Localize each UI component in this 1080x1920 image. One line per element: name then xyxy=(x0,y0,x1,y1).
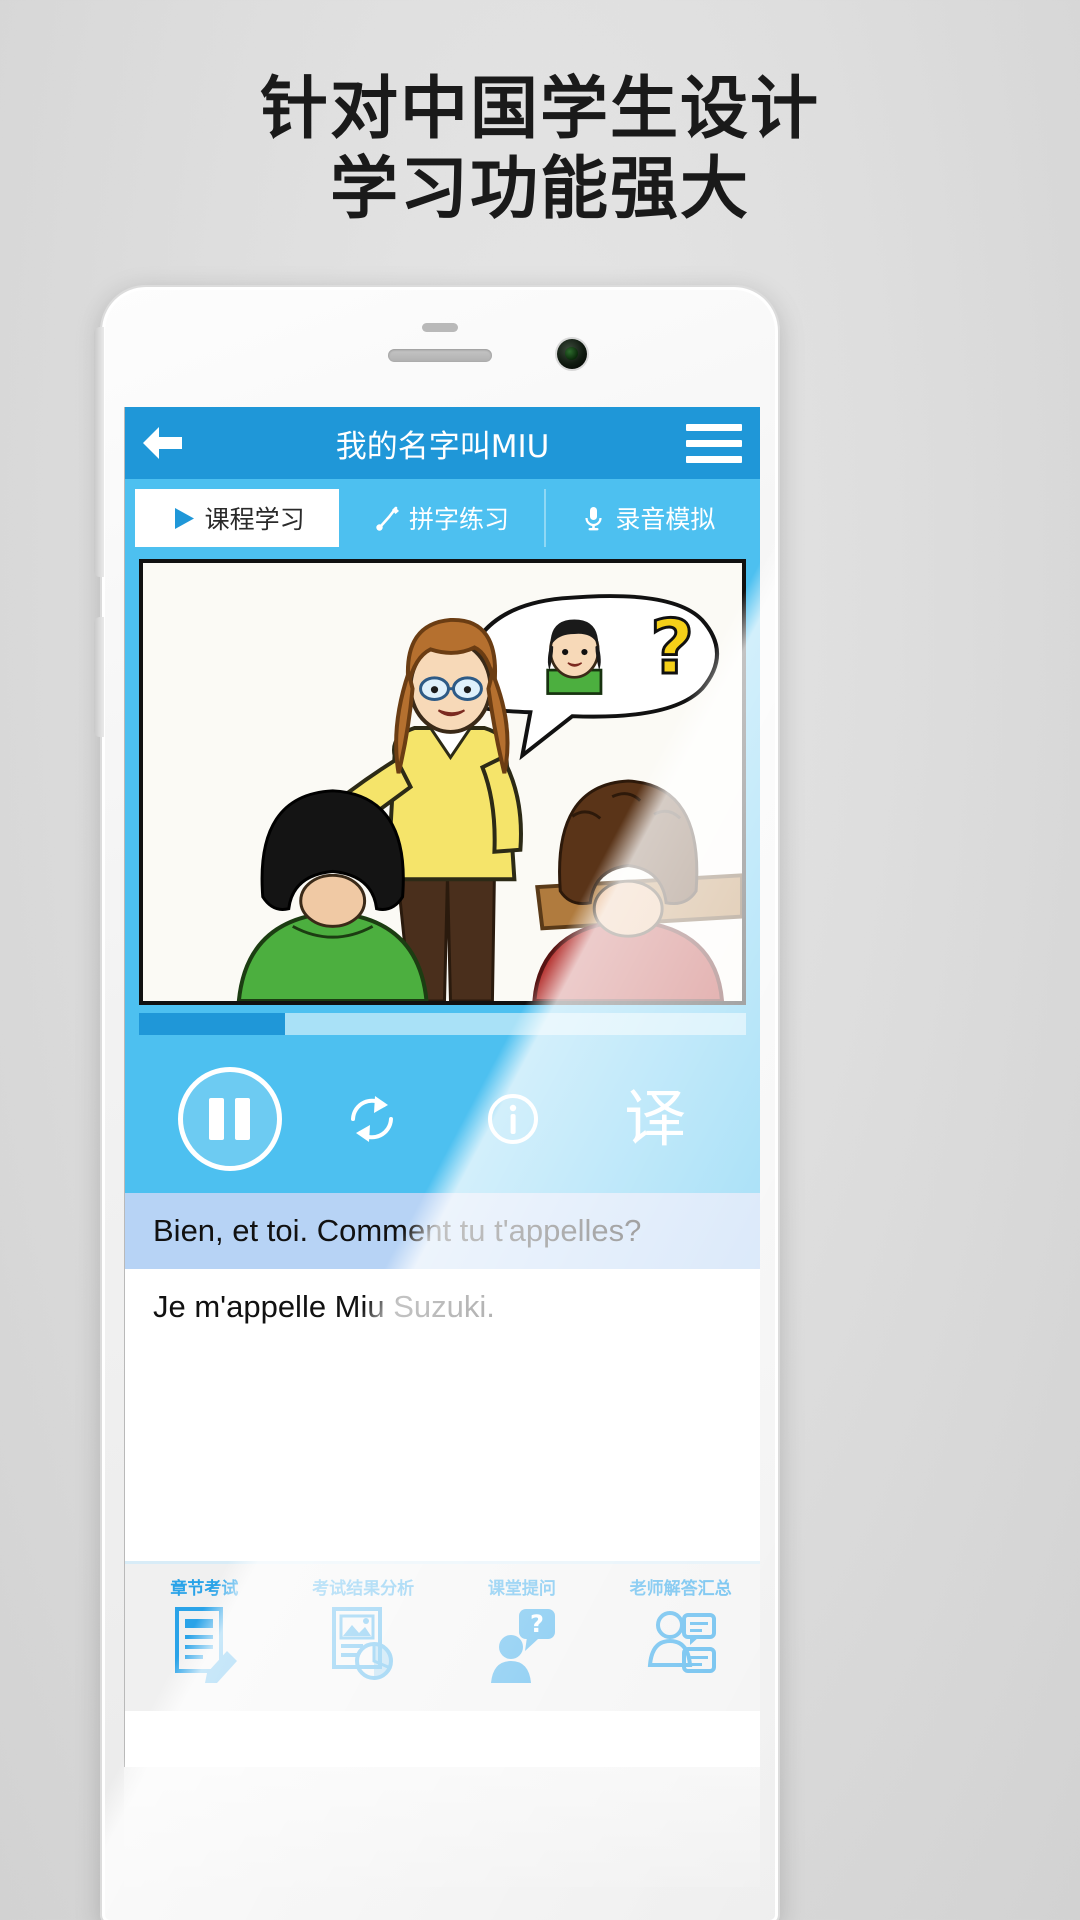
subtitle-line[interactable]: Je m'appelle Miu Suzuki. xyxy=(125,1269,760,1345)
back-button[interactable] xyxy=(125,407,199,479)
promo-headline: 针对中国学生设计 学习功能强大 xyxy=(0,70,1080,230)
svg-text:?: ? xyxy=(530,1610,544,1638)
translate-label: 译 xyxy=(624,1082,687,1155)
toolbar-item-chapter-exam[interactable]: 章节考试 xyxy=(125,1564,284,1711)
pause-button-wrap[interactable] xyxy=(159,1067,301,1171)
subtitle-list: Bien, et toi. Comment tu t'appelles? Je … xyxy=(125,1193,760,1561)
play-triangle-icon xyxy=(170,505,197,532)
classroom-scene-illustration: ? xyxy=(143,563,742,1001)
headline-line-2: 学习功能强大 xyxy=(329,150,750,230)
toolbar-label: 考试结果分析 xyxy=(312,1579,415,1599)
tab-label: 录音模拟 xyxy=(615,505,716,534)
toolbar-item-exam-result-analysis[interactable]: 考试结果分析 xyxy=(284,1564,443,1711)
headline-line-1: 针对中国学生设计 xyxy=(259,70,820,149)
phone-top-speaker xyxy=(422,323,458,332)
tab-label: 拼字练习 xyxy=(408,505,509,534)
menu-button[interactable] xyxy=(686,418,742,468)
pause-button[interactable] xyxy=(177,1067,282,1171)
app-screen: 我的名字叫MIU 课程学习 拼字练习 录音模拟 ? 译 Bien, et toi… xyxy=(124,407,760,1767)
phone-earpiece xyxy=(388,349,492,362)
toolbar-item-teacher-answers[interactable]: 老师解答汇总 xyxy=(601,1564,760,1711)
svg-text:?: ? xyxy=(650,604,694,691)
person-question-icon: ? xyxy=(485,1603,559,1688)
subtitle-empty-area xyxy=(125,1345,760,1561)
subtitle-line-active[interactable]: Bien, et toi. Comment tu t'appelles? xyxy=(125,1193,760,1269)
tab-course-study[interactable]: 课程学习 xyxy=(135,489,340,547)
toolbar-label: 课堂提问 xyxy=(487,1579,556,1599)
pause-icon-bar xyxy=(209,1098,225,1140)
lesson-illustration-container: ? xyxy=(125,547,760,1005)
teacher-answer-icon xyxy=(644,1603,718,1688)
tab-label: 课程学习 xyxy=(204,505,305,534)
playback-progress-container[interactable] xyxy=(125,1005,760,1045)
page-title: 我的名字叫MIU xyxy=(335,428,550,465)
pencil-line-icon xyxy=(374,505,401,532)
info-icon xyxy=(488,1094,539,1144)
report-chart-icon xyxy=(326,1603,400,1688)
comic-panel[interactable]: ? xyxy=(139,559,746,1005)
back-arrow-icon xyxy=(143,427,182,459)
info-button[interactable] xyxy=(443,1086,585,1152)
pause-icon-bar xyxy=(235,1098,251,1140)
mode-tab-bar: 课程学习 拼字练习 录音模拟 xyxy=(125,479,760,547)
hamburger-bar xyxy=(686,423,742,431)
hamburger-bar xyxy=(686,439,742,447)
toolbar-item-classroom-question[interactable]: 课堂提问 ? xyxy=(443,1564,602,1711)
loop-repeat-icon xyxy=(350,1096,393,1142)
app-header: 我的名字叫MIU xyxy=(125,407,760,479)
progress-track[interactable] xyxy=(139,1013,746,1035)
document-pencil-icon xyxy=(167,1603,241,1688)
phone-mockup: 我的名字叫MIU 课程学习 拼字练习 录音模拟 ? 译 Bien, et toi… xyxy=(94,285,780,1920)
progress-fill xyxy=(139,1013,285,1035)
phone-front-camera xyxy=(557,339,587,369)
translate-button[interactable]: 译 xyxy=(584,1088,726,1150)
toolbar-label: 章节考试 xyxy=(170,1579,239,1599)
toolbar-label: 老师解答汇总 xyxy=(629,1579,732,1599)
phone-bottom-bezel xyxy=(124,1767,760,1887)
tab-recording-simulation[interactable]: 录音模拟 xyxy=(546,489,750,547)
phone-side-button-power xyxy=(94,617,104,737)
phone-side-button-volume xyxy=(94,327,104,577)
loop-button[interactable] xyxy=(301,1086,443,1152)
bottom-toolbar: 章节考试 考试结果分析 课堂提问 ? 老师解答汇总 xyxy=(125,1561,760,1711)
player-controls: 译 xyxy=(125,1045,760,1193)
tab-spelling-practice[interactable]: 拼字练习 xyxy=(339,489,546,547)
hamburger-bar xyxy=(686,455,742,463)
microphone-icon xyxy=(580,505,607,532)
